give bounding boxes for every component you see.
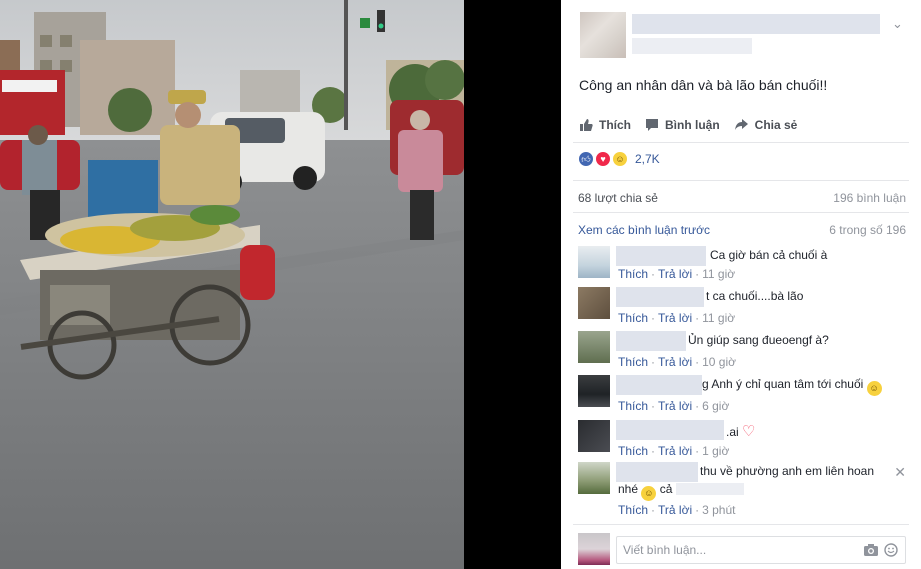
commenter-name-blurred[interactable] bbox=[616, 375, 702, 395]
comment-composer bbox=[578, 533, 908, 567]
commenter-avatar[interactable] bbox=[578, 331, 610, 363]
current-user-avatar[interactable] bbox=[578, 533, 610, 565]
commenter-avatar[interactable] bbox=[578, 462, 610, 494]
grin-emoji-icon: ☺ bbox=[866, 381, 882, 396]
comment-time[interactable]: 1 giờ bbox=[702, 444, 729, 458]
comment-links: Thích · Trả lời · 1 giờ bbox=[618, 444, 730, 458]
commenter-name-blurred[interactable] bbox=[616, 287, 704, 307]
street-scene-image bbox=[0, 0, 464, 569]
commenter-avatar[interactable] bbox=[578, 287, 610, 319]
chevron-down-icon[interactable]: ⌄ bbox=[892, 16, 903, 32]
camera-icon[interactable] bbox=[864, 544, 878, 556]
comment-links: Thích · Trả lời · 6 giờ bbox=[618, 399, 730, 413]
comment-input[interactable] bbox=[616, 536, 906, 564]
comment-text-content: .ai bbox=[726, 425, 739, 439]
wink-emoji-icon: ☺ bbox=[641, 486, 657, 501]
heart-icon: ♡ bbox=[742, 423, 756, 440]
author-name-blurred[interactable] bbox=[632, 14, 880, 34]
comment-text: .ai ♡ bbox=[726, 422, 755, 440]
comment-label: Bình luận bbox=[665, 118, 720, 132]
comment-like-link[interactable]: Thích bbox=[618, 503, 648, 517]
comment-reply-link[interactable]: Trả lời bbox=[658, 399, 692, 413]
comment-reply-link[interactable]: Trả lời bbox=[658, 311, 692, 325]
comment-text: t ca chuối....bà lão bbox=[706, 289, 804, 303]
divider bbox=[573, 142, 909, 143]
blurred-mention[interactable] bbox=[675, 483, 744, 495]
love-reaction-icon: ♥ bbox=[595, 151, 611, 167]
comment-like-link[interactable]: Thích bbox=[618, 355, 648, 369]
comment-time[interactable]: 10 giờ bbox=[702, 355, 736, 369]
view-previous-comments-link[interactable]: Xem các bình luận trước bbox=[578, 223, 710, 237]
close-icon[interactable]: ✕ bbox=[894, 464, 906, 481]
comment-reply-link[interactable]: Trả lời bbox=[658, 267, 692, 281]
comment-range: 6 trong số 196 bbox=[829, 223, 906, 237]
post-text: Công an nhân dân và bà lão bán chuối!! bbox=[579, 77, 828, 93]
comment-reply-link[interactable]: Trả lời bbox=[658, 503, 692, 517]
like-icon bbox=[580, 119, 593, 131]
like-button[interactable]: Thích bbox=[579, 118, 631, 132]
comment-icon bbox=[646, 119, 658, 131]
commenter-name-blurred[interactable] bbox=[616, 420, 724, 440]
commenter-name-blurred[interactable] bbox=[616, 462, 698, 482]
comment-links: Thích · Trả lời · 3 phút bbox=[618, 503, 736, 517]
comment-text-content: g Anh ý chỉ quan tâm tới chuối bbox=[702, 377, 864, 391]
comment-text: Ủn giúp sang đueoengf à? bbox=[688, 333, 829, 347]
commenter-avatar[interactable] bbox=[578, 420, 610, 452]
comment-text: g Anh ý chỉ quan tâm tới chuối ☺ bbox=[702, 377, 882, 396]
post-actions: Thích Bình luận Chia sẻ bbox=[579, 118, 797, 132]
post-detail-panel: ⌄ Công an nhân dân và bà lão bán chuối!!… bbox=[561, 0, 921, 569]
share-count[interactable]: 68 lượt chia sẻ bbox=[578, 191, 658, 205]
reaction-count[interactable]: 2,7K bbox=[635, 152, 660, 166]
like-label: Thích bbox=[599, 118, 631, 132]
comment-time[interactable]: 3 phút bbox=[702, 503, 735, 517]
post-photo[interactable] bbox=[0, 0, 464, 569]
divider bbox=[573, 212, 909, 213]
reactions-summary[interactable]: 👍︎ ♥ ☺ 2,7K bbox=[578, 151, 660, 167]
share-button[interactable]: Chia sẻ bbox=[734, 118, 798, 132]
comment-like-link[interactable]: Thích bbox=[618, 267, 648, 281]
share-label: Chia sẻ bbox=[754, 118, 798, 132]
comment-links: Thích · Trả lời · 11 giờ bbox=[618, 311, 736, 325]
comment-like-link[interactable]: Thích bbox=[618, 311, 648, 325]
comment-links: Thích · Trả lời · 10 giờ bbox=[618, 355, 736, 369]
divider bbox=[573, 524, 909, 525]
share-icon bbox=[734, 119, 748, 130]
comment-text-content: cả bbox=[659, 482, 673, 496]
comment-total[interactable]: 196 bình luận bbox=[833, 191, 906, 205]
commenter-avatar[interactable] bbox=[578, 246, 610, 278]
comment-text: Ca giờ bán cả chuối à bbox=[710, 248, 828, 262]
comment-text: thu về phường anh em liên hoan bbox=[700, 464, 875, 478]
like-reaction-icon: 👍︎ bbox=[578, 151, 594, 167]
comment-time[interactable]: 11 giờ bbox=[702, 311, 735, 325]
comment-button[interactable]: Bình luận bbox=[645, 118, 720, 132]
commenter-name-blurred[interactable] bbox=[616, 331, 686, 351]
post-header: ⌄ bbox=[580, 12, 910, 60]
comment-text-content: nhé bbox=[618, 482, 639, 496]
comment-reply-link[interactable]: Trả lời bbox=[658, 444, 692, 458]
comment-like-link[interactable]: Thích bbox=[618, 399, 648, 413]
commenter-name-blurred[interactable] bbox=[616, 246, 706, 266]
comment-like-link[interactable]: Thích bbox=[618, 444, 648, 458]
comment-time[interactable]: 11 giờ bbox=[702, 267, 735, 281]
commenter-avatar[interactable] bbox=[578, 375, 610, 407]
comment-time[interactable]: 6 giờ bbox=[702, 399, 729, 413]
post-meta-blurred bbox=[632, 38, 752, 54]
smiley-icon[interactable] bbox=[884, 543, 898, 557]
author-avatar[interactable] bbox=[580, 12, 626, 58]
lightbox-background bbox=[464, 0, 561, 569]
comment-links: Thích · Trả lời · 11 giờ bbox=[618, 267, 736, 281]
divider bbox=[573, 180, 909, 181]
comment-text-line2: nhé ☺ cả bbox=[618, 482, 744, 501]
comment-reply-link[interactable]: Trả lời bbox=[658, 355, 692, 369]
haha-reaction-icon: ☺ bbox=[612, 151, 628, 167]
